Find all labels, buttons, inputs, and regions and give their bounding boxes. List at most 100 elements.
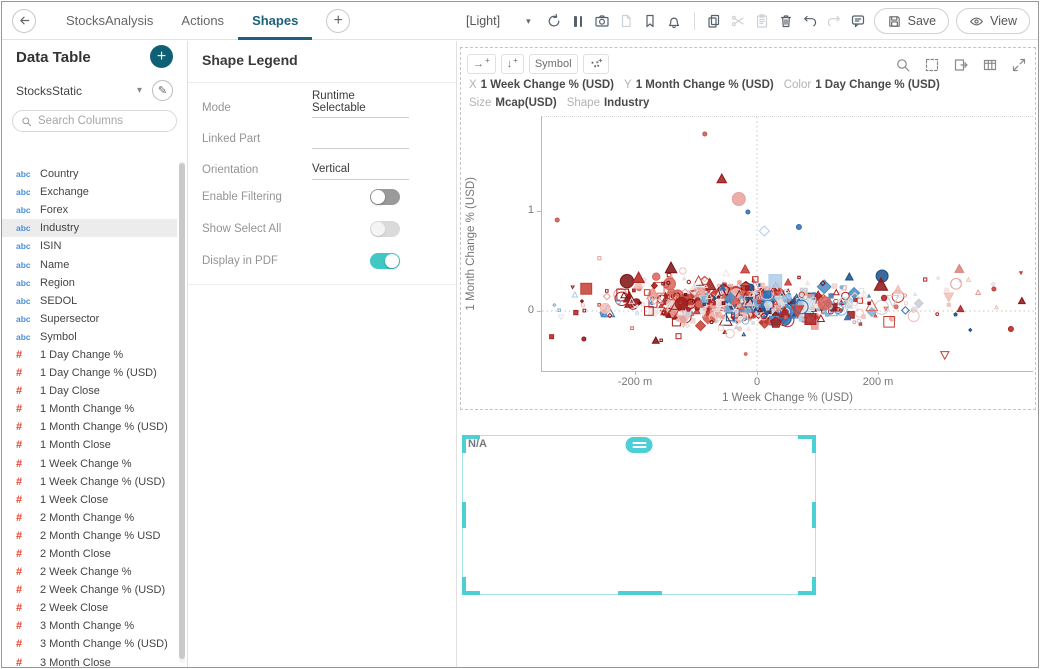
- column-item[interactable]: #1 Day Change % (USD): [2, 364, 177, 382]
- linked-part-value[interactable]: [312, 132, 409, 149]
- delete-button[interactable]: [778, 13, 795, 30]
- bookmark-button[interactable]: [642, 13, 659, 30]
- snapshot-button[interactable]: [594, 13, 611, 30]
- column-item[interactable]: #1 Month Change % (USD): [2, 418, 177, 436]
- export-data-button[interactable]: [953, 57, 969, 73]
- marquee-select-button[interactable]: [924, 57, 940, 73]
- zoom-button[interactable]: [895, 57, 911, 73]
- cut-button[interactable]: [730, 13, 747, 30]
- export-pdf-button[interactable]: [618, 13, 635, 30]
- add-y-axis-button[interactable]: ↓ +: [500, 54, 524, 74]
- selection-handle-bottom-left[interactable]: [462, 591, 480, 595]
- shape-legend-widget-selected[interactable]: N/A: [462, 435, 816, 595]
- column-item[interactable]: #1 Month Close: [2, 436, 177, 454]
- theme-select[interactable]: [Light] ▾: [466, 14, 531, 28]
- column-item[interactable]: #1 Day Close: [2, 382, 177, 400]
- redo-button[interactable]: [826, 13, 843, 30]
- tab-shapes[interactable]: Shapes: [238, 2, 313, 40]
- color-binding-value[interactable]: 1 Day Change % (USD): [815, 79, 940, 91]
- copy-icon: [708, 14, 720, 28]
- column-item[interactable]: #3 Month Change % (USD): [2, 635, 177, 653]
- back-arrow-icon: [19, 16, 29, 25]
- tab-stocksanalysis[interactable]: StocksAnalysis: [52, 2, 167, 40]
- column-item[interactable]: abc Region: [2, 274, 177, 292]
- selection-handle-top-right[interactable]: [798, 435, 816, 439]
- scatter-plot-area[interactable]: 1 0 -200 m 0 200 m 1 Week Change % (USD): [528, 116, 1034, 404]
- add-x-axis-button[interactable]: → +: [467, 54, 496, 74]
- table-view-button[interactable]: [982, 57, 998, 73]
- plus-icon: +: [156, 47, 167, 65]
- column-item[interactable]: #2 Week Change % (USD): [2, 581, 177, 599]
- refresh-button[interactable]: [546, 13, 563, 30]
- y-binding-value[interactable]: 1 Month Change % (USD): [636, 79, 774, 91]
- mode-value[interactable]: Runtime Selectable: [312, 90, 409, 118]
- shape-binding-value[interactable]: Industry: [604, 97, 649, 109]
- column-item[interactable]: abc Industry: [2, 219, 177, 238]
- column-item[interactable]: #3 Month Change %: [2, 617, 177, 635]
- column-item[interactable]: abc Symbol: [2, 328, 177, 346]
- table-caret-down-icon[interactable]: ▾: [137, 85, 142, 96]
- column-item[interactable]: #1 Month Change %: [2, 400, 177, 418]
- scrollbar-thumb[interactable]: [179, 163, 185, 659]
- column-item[interactable]: #2 Month Close: [2, 545, 177, 563]
- column-item[interactable]: abc Name: [2, 255, 177, 273]
- linked-part-label: Linked Part: [202, 133, 261, 145]
- add-visual-button[interactable]: [582, 54, 609, 74]
- scatter-plot-widget[interactable]: → + ↓ + Symbol X1 Week Change % (USD) Y 1 Mo…: [460, 47, 1036, 410]
- plus-icon: +: [485, 55, 490, 65]
- notifications-button[interactable]: [666, 13, 683, 30]
- add-sheet-button[interactable]: +: [326, 8, 351, 33]
- column-item[interactable]: #2 Month Change %: [2, 509, 177, 527]
- maximize-button[interactable]: [1011, 57, 1027, 73]
- copy-button[interactable]: [706, 13, 723, 30]
- column-item[interactable]: abc Forex: [2, 201, 177, 219]
- x-binding-label: X: [469, 79, 477, 91]
- column-item[interactable]: #1 Week Change %: [2, 455, 177, 473]
- bell-icon: [669, 17, 680, 29]
- text-column-icon: abc: [16, 169, 31, 180]
- tab-actions[interactable]: Actions: [167, 2, 238, 40]
- column-item[interactable]: #1 Day Change %: [2, 346, 177, 364]
- column-label: 3 Month Change % (USD): [40, 638, 168, 651]
- pause-button[interactable]: [570, 13, 587, 30]
- orientation-value[interactable]: Vertical: [312, 163, 409, 180]
- column-item[interactable]: #2 Week Change %: [2, 563, 177, 581]
- symbol-chip[interactable]: Symbol: [528, 54, 578, 74]
- back-button[interactable]: [12, 8, 36, 33]
- add-data-table-button[interactable]: +: [150, 45, 173, 68]
- enable-filtering-toggle[interactable]: [370, 188, 400, 205]
- comments-button[interactable]: [850, 13, 867, 30]
- save-icon: [888, 15, 900, 27]
- column-item[interactable]: abc Country: [2, 165, 177, 183]
- column-item[interactable]: abc Supersector: [2, 310, 177, 328]
- selection-handle-left[interactable]: [462, 502, 466, 528]
- display-in-pdf-toggle[interactable]: [370, 252, 400, 269]
- show-select-all-toggle[interactable]: [370, 220, 400, 237]
- undo-button[interactable]: [802, 13, 819, 30]
- selection-handle-bottom-right[interactable]: [798, 591, 816, 595]
- widget-drag-handle[interactable]: [625, 437, 653, 453]
- column-item[interactable]: #1 Week Change % (USD): [2, 473, 177, 491]
- selection-handle-right[interactable]: [812, 502, 816, 528]
- selection-handle-top-left[interactable]: [462, 435, 480, 439]
- search-columns-input[interactable]: [38, 115, 158, 127]
- view-button[interactable]: View: [956, 8, 1030, 34]
- column-item[interactable]: #2 Week Close: [2, 599, 177, 617]
- column-item[interactable]: #1 Week Close: [2, 491, 177, 509]
- column-item[interactable]: abc SEDOL: [2, 292, 177, 310]
- orientation-label: Orientation: [202, 164, 259, 176]
- edit-table-button[interactable]: ✎: [152, 80, 173, 101]
- column-item[interactable]: #2 Month Change % USD: [2, 527, 177, 545]
- text-column-icon: abc: [16, 313, 31, 324]
- column-item[interactable]: abc ISIN: [2, 237, 177, 255]
- selection-handle-bottom[interactable]: [618, 591, 662, 595]
- column-item[interactable]: #3 Month Close: [2, 654, 177, 667]
- x-binding-value[interactable]: 1 Week Change % (USD): [481, 79, 614, 91]
- column-label: 1 Week Change %: [40, 457, 132, 470]
- paste-button[interactable]: [754, 13, 771, 30]
- column-item[interactable]: abc Exchange: [2, 183, 177, 201]
- display-in-pdf-row: Display in PDF: [202, 245, 442, 276]
- sidebar-scrollbar[interactable]: [179, 161, 185, 663]
- save-button[interactable]: Save: [873, 8, 950, 34]
- size-binding-value[interactable]: Mcap(USD): [495, 97, 556, 109]
